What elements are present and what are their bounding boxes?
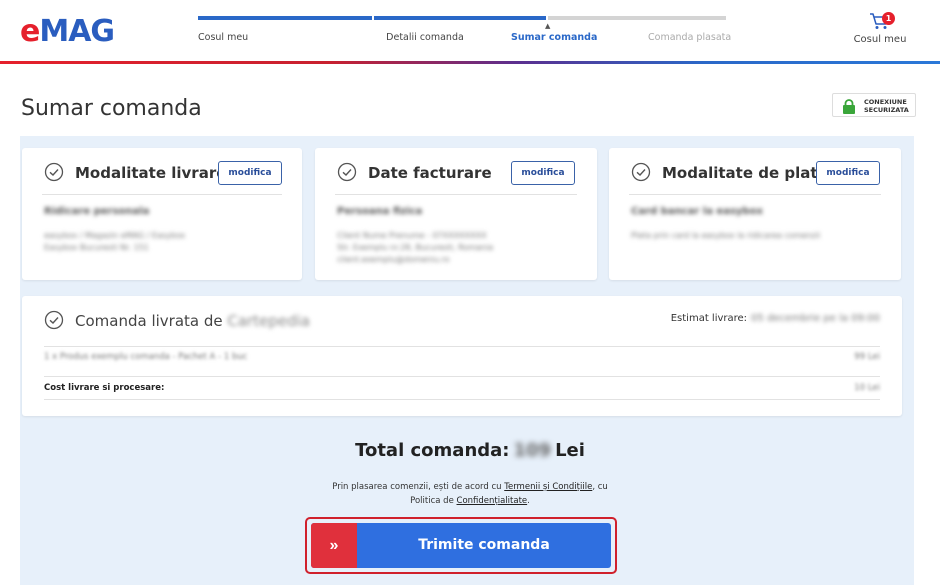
submit-highlight: » Trimite comanda [305, 517, 617, 574]
check-circle-icon [631, 162, 651, 182]
card-payment: Modalitate de plata modifica Card bancar… [609, 148, 901, 280]
product-line: 1 x Produs exemplu comanda - Pachet A - … [44, 352, 248, 362]
checkout-progress: Cosul meu Detalii comanda ▲ Sumar comand… [198, 16, 731, 46]
cart-count-badge: 1 [882, 12, 895, 25]
terms-notice: Prin plasarea comenzii, ești de acord cu… [332, 482, 608, 506]
seller-name: Cartepedia [227, 312, 310, 330]
check-circle-icon [44, 162, 64, 182]
page-title: Sumar comanda [21, 96, 202, 121]
card-title: Modalitate livrare [75, 164, 227, 182]
delivery-estimate: Estimat livrare: 05 decembrie pe la 09:00 [670, 313, 880, 324]
modify-payment-button[interactable]: modifica [816, 161, 880, 185]
modify-billing-button[interactable]: modifica [511, 161, 575, 185]
step-comanda-plasata: Comanda plasata [548, 16, 731, 46]
lock-icon [843, 99, 855, 114]
cart-label: Cosul meu [853, 34, 907, 45]
secure-connection-badge: CONEXIUNE SECURIZATA [832, 93, 916, 117]
shipping-price: 10 Lei [854, 383, 880, 393]
card-title: Modalitate de plata [662, 164, 828, 182]
cart-button[interactable]: 1 Cosul meu [850, 12, 910, 52]
double-chevron-right-icon: » [311, 523, 357, 568]
card-delivery-method: Modalitate livrare modifica Ridicare per… [22, 148, 302, 280]
product-price: 99 Lei [854, 352, 880, 362]
order-total-value: 109 [513, 440, 552, 461]
terms-link[interactable]: Termenii și Condițiile [504, 482, 592, 492]
shipping-label: Cost livrare si procesare: [44, 383, 165, 393]
header: eMAG Cosul meu Detalii comanda ▲ Sumar c… [0, 0, 940, 62]
modify-delivery-button[interactable]: modifica [218, 161, 282, 185]
header-divider [0, 61, 940, 64]
card-title: Date facturare [368, 164, 492, 182]
card-billing: Date facturare modifica Persoana fizica … [315, 148, 597, 280]
check-circle-icon [337, 162, 357, 182]
delivered-by-label: Comanda livrata de [75, 312, 223, 330]
submit-order-label: Trimite comanda [418, 537, 550, 553]
privacy-link[interactable]: Confidențialitate [457, 496, 528, 506]
card-order-delivery: Comanda livrata de Cartepedia Estimat li… [22, 296, 902, 416]
submit-order-button[interactable]: » Trimite comanda [311, 523, 611, 568]
order-total: Total comanda: 109 Lei [355, 440, 585, 461]
check-circle-icon [44, 310, 64, 330]
emag-logo[interactable]: eMAG [20, 14, 115, 49]
